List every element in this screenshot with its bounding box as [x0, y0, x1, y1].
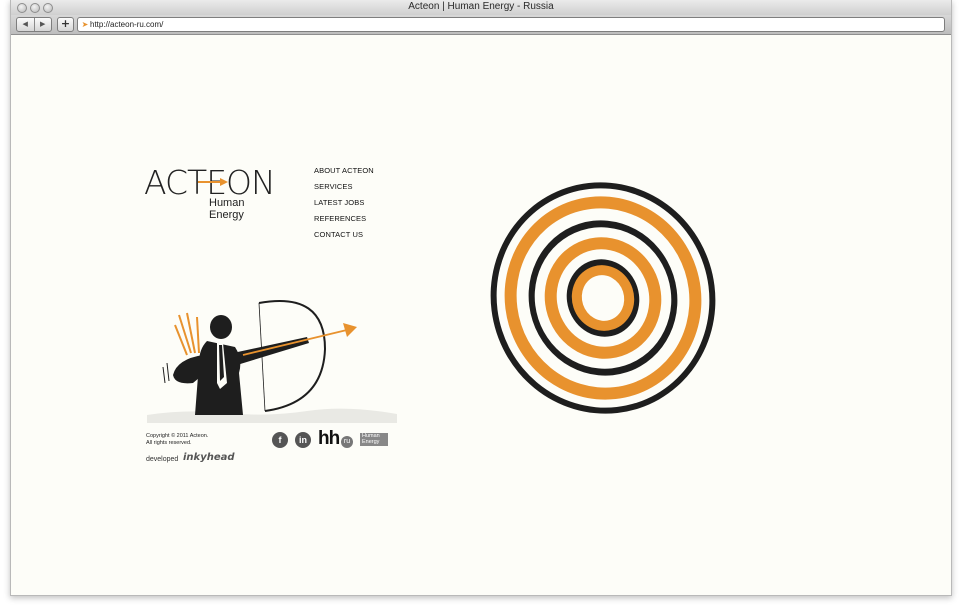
favicon-arrow-icon: ➤	[81, 20, 89, 29]
browser-window: Acteon | Human Energy - Russia ◀ ▶ + ➤ ht…	[10, 0, 952, 596]
back-arrow-icon: ◀	[22, 20, 28, 28]
facebook-icon: f	[278, 435, 282, 445]
nav-contact-us[interactable]: CONTACT US	[314, 227, 374, 243]
nav-about-acteon[interactable]: ABOUT ACTEON	[314, 163, 374, 179]
forward-button[interactable]: ▶	[33, 18, 52, 31]
back-button[interactable]: ◀	[17, 18, 34, 31]
page-content: ACTEON Human Energy ABOUT ACTEON SERVICE…	[11, 35, 951, 595]
facebook-button[interactable]: f	[272, 432, 288, 448]
nav-references[interactable]: REFERENCES	[314, 211, 374, 227]
browser-toolbar: ◀ ▶ + ➤ http://acteon-ru.com/	[11, 15, 951, 35]
nav-buttons: ◀ ▶	[16, 17, 52, 32]
acteon-logo[interactable]: ACTEON Human Energy	[144, 163, 279, 221]
linkedin-icon: in	[299, 435, 307, 445]
human-energy-badge[interactable]: Human Energy	[360, 433, 388, 446]
target-illustration	[490, 182, 716, 414]
hh-logo-link[interactable]: hh	[318, 428, 340, 450]
add-bookmark-button[interactable]: +	[57, 17, 74, 32]
human-energy-line2: Energy	[362, 439, 380, 445]
nav-services[interactable]: SERVICES	[314, 179, 374, 195]
developed-label: developed	[146, 456, 179, 463]
nav-latest-jobs[interactable]: LATEST JOBS	[314, 195, 374, 211]
archer-illustration	[147, 299, 397, 423]
hh-ru-badge: ru	[341, 436, 353, 448]
linkedin-button[interactable]: in	[295, 432, 311, 448]
forward-arrow-icon: ▶	[40, 20, 46, 28]
window-title: Acteon | Human Energy - Russia	[408, 1, 554, 12]
copyright-text: Copyright © 2011 Acteon. All rights rese…	[146, 433, 236, 447]
logo-tagline: Human Energy	[209, 197, 245, 221]
copyright-line2: All rights reserved.	[146, 440, 192, 446]
developer-link[interactable]: inkyhead	[183, 452, 235, 463]
url-text: http://acteon-ru.com/	[90, 20, 164, 29]
title-bar: Acteon | Human Energy - Russia	[11, 0, 951, 16]
main-nav: ABOUT ACTEON SERVICES LATEST JOBS REFERE…	[314, 163, 374, 243]
copyright-line1: Copyright © 2011 Acteon.	[146, 433, 209, 439]
address-bar[interactable]: ➤ http://acteon-ru.com/	[77, 17, 945, 32]
logo-arrow-icon	[198, 178, 228, 186]
